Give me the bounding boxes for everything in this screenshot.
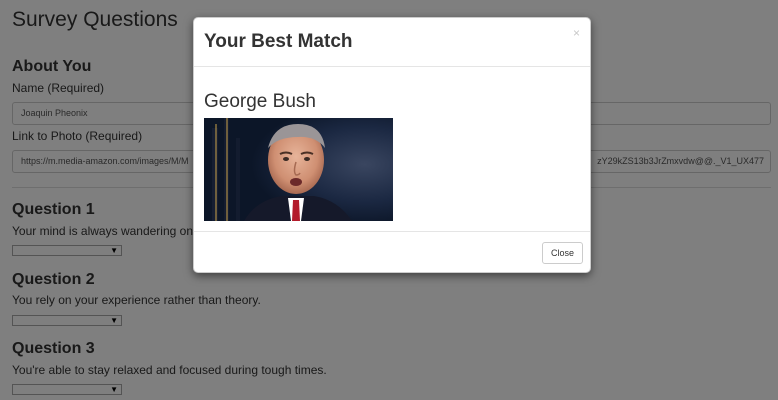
match-photo — [204, 118, 393, 221]
close-icon[interactable]: × — [573, 26, 580, 40]
best-match-modal: Your Best Match × George Bush Close — [193, 17, 591, 273]
match-name: George Bush — [204, 91, 316, 112]
modal-footer-divider — [194, 231, 590, 233]
modal-header: Your Best Match × — [194, 18, 590, 67]
close-button[interactable]: Close — [542, 242, 583, 264]
match-photo-image — [204, 118, 393, 221]
modal-title: Your Best Match — [204, 31, 353, 52]
